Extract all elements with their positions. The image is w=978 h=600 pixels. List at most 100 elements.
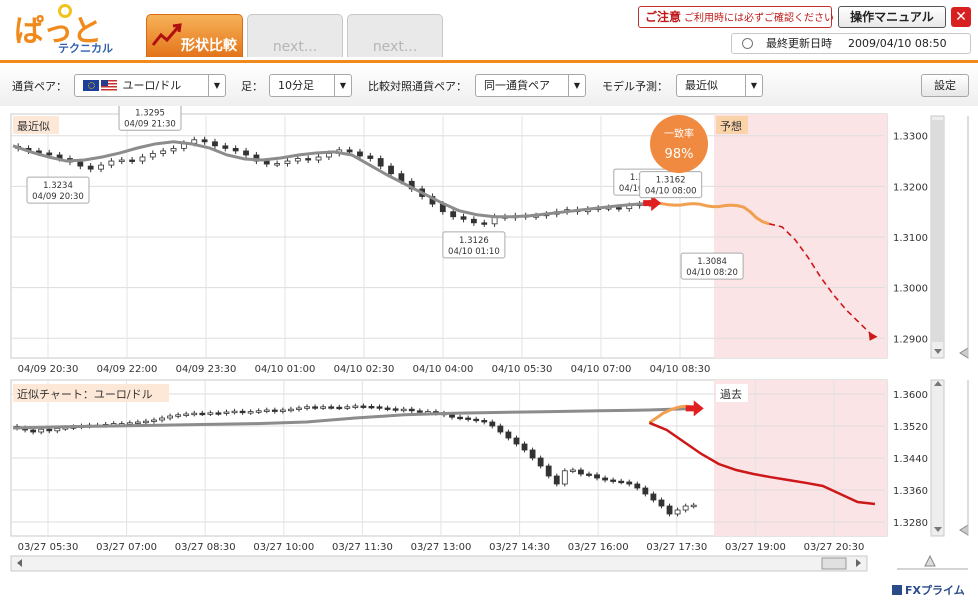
candle-body xyxy=(674,509,681,515)
match-rate-badge xyxy=(650,115,708,173)
slider-handle-icon[interactable] xyxy=(959,524,969,536)
y-tick-label: 1.3000 xyxy=(893,284,928,295)
candle-body xyxy=(650,493,657,501)
y-tick-label: 1.3520 xyxy=(893,422,928,433)
candle-body xyxy=(126,422,133,425)
candle-body xyxy=(658,499,665,507)
caution-label: ご注意 xyxy=(645,10,682,24)
candle-body xyxy=(294,158,301,162)
candle-body xyxy=(46,428,53,432)
candle-body xyxy=(247,411,254,414)
bar-interval-select[interactable]: 10分足 ▼ xyxy=(269,74,352,97)
candle-body xyxy=(274,163,281,166)
x-tick-label: 04/10 07:00 xyxy=(571,364,632,375)
candle-body xyxy=(602,477,608,481)
settings-button[interactable]: 設定 xyxy=(921,74,969,97)
compare-pair-select[interactable]: 同一通貨ペア ▼ xyxy=(475,74,586,97)
candle-body xyxy=(118,159,125,162)
x-tick-label: 03/27 11:30 xyxy=(332,542,393,553)
x-tick-label: 03/27 17:30 xyxy=(646,542,707,553)
candle-body xyxy=(368,405,375,409)
candle-body xyxy=(634,483,641,489)
candle-body xyxy=(271,409,278,412)
clock-icon xyxy=(742,38,753,49)
candle-body xyxy=(139,156,146,162)
caution-button[interactable]: ご注意 ご利用時には必ずご確認ください xyxy=(638,6,834,28)
candle-body xyxy=(360,405,367,408)
candle-body xyxy=(489,421,496,427)
tab-next-2[interactable]: next... xyxy=(347,14,443,57)
zoom-slider-handle-icon[interactable] xyxy=(924,554,936,567)
tab-label: 形状比較 xyxy=(181,38,237,54)
x-tick-label: 04/10 04:00 xyxy=(413,364,474,375)
candle-body xyxy=(263,160,270,165)
candle-body xyxy=(626,481,633,485)
annotation-price: 1.3084 xyxy=(697,257,727,267)
candle-body xyxy=(175,414,182,417)
top-scroll-thumb[interactable] xyxy=(932,120,943,342)
candle-body xyxy=(38,428,45,433)
last-updated-value: 2009/04/10 08:50 xyxy=(848,37,947,50)
currency-pair-select[interactable]: ユーロ/ドル ▼ xyxy=(74,74,226,97)
candle-body xyxy=(54,427,61,432)
x-tick-label: 04/10 02:30 xyxy=(334,364,395,375)
candle-body xyxy=(513,437,520,445)
candle-body xyxy=(449,414,455,418)
candle-body xyxy=(682,505,689,511)
annotation-price: 1.3162 xyxy=(656,176,686,186)
candle-body xyxy=(481,222,488,225)
x-tick-label: 04/10 08:30 xyxy=(650,364,711,375)
candle-body xyxy=(201,139,208,143)
candle-body xyxy=(618,480,625,484)
bottom-chart-title: 近似チャート：ユーロ/ドル xyxy=(17,388,153,401)
candle-body xyxy=(450,211,457,218)
close-button[interactable]: ✕ xyxy=(951,7,971,27)
candle-body xyxy=(170,147,177,152)
top-chart-title: 最近似 xyxy=(17,120,50,133)
candle-body xyxy=(223,411,230,414)
candle-body xyxy=(255,410,262,413)
candle-body xyxy=(108,160,115,166)
brand-mark-icon xyxy=(892,585,902,595)
last-updated-label: 最終更新日時 xyxy=(766,37,832,50)
candle-body xyxy=(457,416,463,420)
candle-body xyxy=(537,457,544,467)
candle-body xyxy=(481,419,488,423)
candle-body xyxy=(222,145,229,149)
candle-body xyxy=(416,410,423,413)
candle-body xyxy=(615,207,622,210)
chevron-down-icon: ▼ xyxy=(208,75,225,96)
candle-body xyxy=(690,504,697,508)
candle-body xyxy=(344,406,351,409)
slider-handle-icon[interactable] xyxy=(959,347,969,359)
x-tick-label: 03/27 07:00 xyxy=(96,542,157,553)
tab-label: next... xyxy=(272,39,318,55)
bottom-vertical-scrollbar[interactable] xyxy=(930,379,945,537)
candle-body xyxy=(642,487,649,495)
model-select[interactable]: 最近似 ▼ xyxy=(676,74,763,97)
candle-body xyxy=(30,429,37,433)
candle-body xyxy=(243,150,249,156)
candle-body xyxy=(325,153,332,158)
candle-body xyxy=(183,413,190,416)
candle-body xyxy=(129,159,136,162)
candle-body xyxy=(231,410,238,414)
tab-shape-compare[interactable]: 形状比較 xyxy=(146,14,243,57)
candle-body xyxy=(279,409,286,412)
horizontal-scroll-thumb[interactable] xyxy=(821,557,847,570)
model-value: 最近似 xyxy=(685,79,718,92)
candle-body xyxy=(207,412,214,415)
trend-chart-icon xyxy=(151,23,182,46)
bottom-x-axis-labels: 03/27 05:30 03/27 07:00 03/27 08:30 03/27 1… xyxy=(18,542,865,553)
candle-body xyxy=(199,412,206,416)
manual-button[interactable]: 操作マニュアル xyxy=(838,6,946,28)
horizontal-scrollbar[interactable] xyxy=(10,555,868,572)
candle-body xyxy=(232,147,239,152)
tab-next-1[interactable]: next... xyxy=(247,14,343,57)
x-tick-label: 04/09 22:00 xyxy=(97,364,158,375)
candle-body xyxy=(312,406,318,409)
candle-body xyxy=(465,417,472,420)
us-flag-icon xyxy=(101,79,117,91)
annotation-price: 1.3234 xyxy=(43,181,73,191)
candle-body xyxy=(191,412,198,416)
